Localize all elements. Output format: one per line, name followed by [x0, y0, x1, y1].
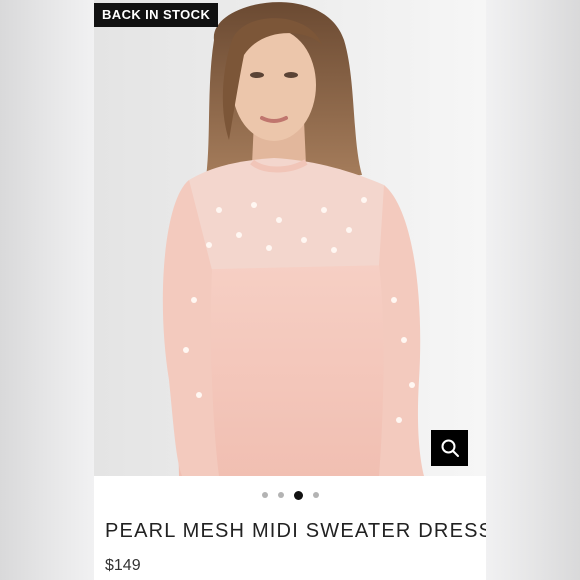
magnifier-icon — [441, 439, 459, 457]
gallery-dot-2[interactable] — [277, 492, 284, 498]
blurred-background-right — [486, 0, 580, 580]
product-card: BACK IN STOCK PEARL MESH MIDI SWEATER DR… — [94, 0, 486, 580]
back-in-stock-badge: BACK IN STOCK — [94, 3, 219, 27]
gallery-dot-4[interactable] — [312, 492, 319, 498]
product-title: PEARL MESH MIDI SWEATER DRESS — [105, 520, 486, 542]
gallery-dot-1[interactable] — [261, 492, 268, 498]
gallery-dot-3[interactable] — [293, 490, 303, 500]
product-price: $149 — [105, 557, 141, 574]
gallery-pagination — [94, 488, 486, 502]
zoom-button[interactable] — [431, 430, 468, 466]
model-image — [94, 0, 486, 476]
product-photo[interactable]: BACK IN STOCK — [94, 0, 486, 476]
blurred-background-left — [0, 0, 94, 580]
